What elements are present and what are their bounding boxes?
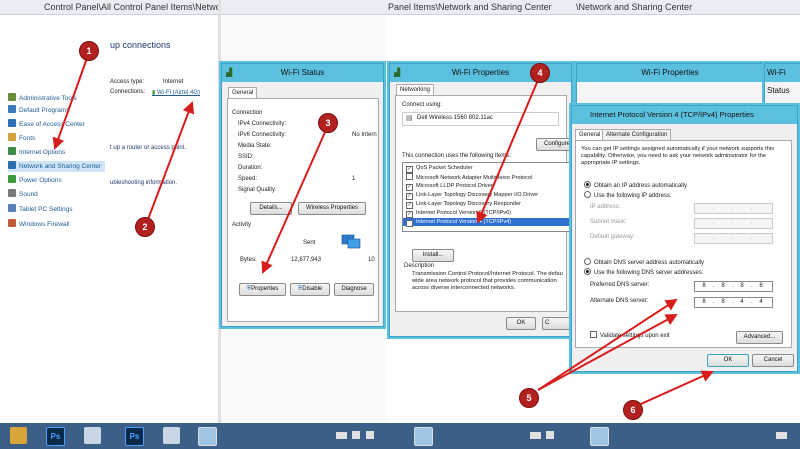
taskbar: Ps Ps	[0, 423, 800, 449]
step-badge-1: 1	[79, 41, 99, 61]
keyboard-icon[interactable]	[336, 432, 347, 439]
arrow-1	[52, 57, 88, 150]
file-explorer-icon[interactable]	[10, 427, 27, 444]
network-window-icon[interactable]	[198, 427, 217, 446]
annotation-arrows	[52, 57, 714, 409]
arrow-2	[146, 101, 195, 223]
photoshop-icon-2[interactable]: Ps	[125, 427, 144, 446]
network-window-icon-3[interactable]	[590, 427, 609, 446]
arrow-5b	[537, 314, 678, 391]
arrow-4	[476, 79, 539, 224]
step-badge-5: 5	[519, 388, 539, 408]
control-panel-icon-2[interactable]	[163, 427, 180, 444]
arrow-3	[261, 129, 327, 274]
volume-icon[interactable]	[366, 431, 374, 439]
network-window-icon-2[interactable]	[414, 427, 433, 446]
keyboard-icon-3[interactable]	[776, 432, 787, 439]
step-badge-2: 2	[135, 217, 155, 237]
photoshop-icon[interactable]: Ps	[46, 427, 65, 446]
arrow-5a	[537, 298, 678, 391]
flag-icon[interactable]	[352, 431, 360, 439]
arrow-6	[631, 370, 714, 409]
control-panel-icon[interactable]	[84, 427, 101, 444]
step-badge-4: 4	[530, 63, 550, 83]
step-badge-3: 3	[318, 113, 338, 133]
step-badge-6: 6	[623, 400, 643, 420]
flag-icon-2[interactable]	[546, 431, 554, 439]
keyboard-icon-2[interactable]	[530, 432, 541, 439]
